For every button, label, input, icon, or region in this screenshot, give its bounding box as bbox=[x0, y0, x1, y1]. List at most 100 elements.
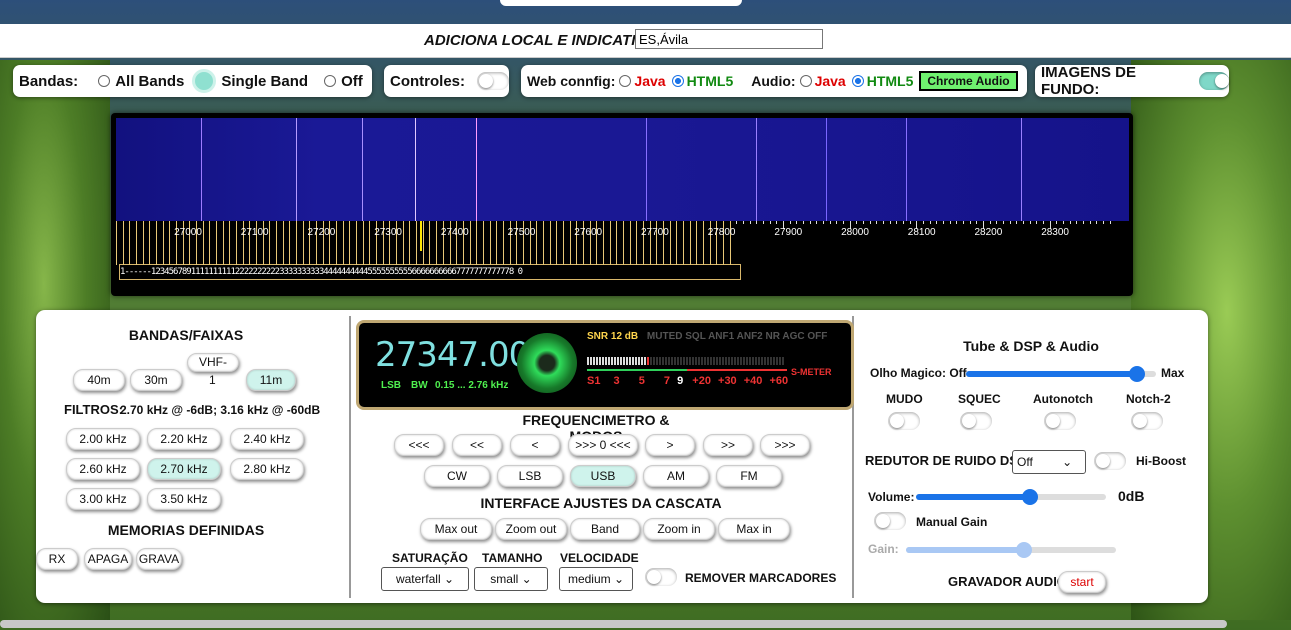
squelch-label: SQUEC bbox=[958, 392, 1001, 406]
saturation-label: SATURAÇÃO bbox=[392, 551, 468, 565]
web-audio-pill: Web connfig: Java HTML5 Audio: Java HTML… bbox=[521, 65, 1027, 97]
filter-220-button[interactable]: 2.20 kHz bbox=[147, 428, 221, 450]
chrome-audio-button[interactable]: Chrome Audio bbox=[919, 71, 1018, 91]
step-up-2-button[interactable]: >> bbox=[703, 434, 753, 456]
memory-apaga-button[interactable]: APAGA bbox=[84, 548, 132, 570]
filter-300-button[interactable]: 3.00 kHz bbox=[66, 488, 140, 510]
band-11m-button[interactable]: 11m bbox=[246, 369, 296, 391]
chevron-down-icon: ⌄ bbox=[1062, 455, 1073, 469]
signal-bar bbox=[602, 357, 604, 365]
filter-200-button[interactable]: 2.00 kHz bbox=[66, 428, 140, 450]
magic-eye-slider[interactable] bbox=[966, 366, 1156, 382]
saturation-select[interactable]: waterfall ⌄ bbox=[381, 567, 469, 591]
scale-tick bbox=[1103, 221, 1105, 224]
scale-tick bbox=[302, 221, 304, 265]
scale-tick bbox=[489, 221, 491, 265]
off-radio[interactable] bbox=[324, 75, 337, 87]
scale-tick bbox=[976, 221, 978, 224]
filter-260-button[interactable]: 2.60 kHz bbox=[66, 458, 140, 480]
all-bands-radio[interactable] bbox=[98, 75, 111, 87]
scale-tick bbox=[356, 221, 358, 265]
step-down-3-button[interactable]: <<< bbox=[394, 434, 444, 456]
mode-usb-button[interactable]: USB bbox=[570, 465, 636, 487]
web-html5-radio[interactable] bbox=[671, 75, 684, 87]
max-out-button[interactable]: Max out bbox=[420, 518, 492, 540]
tuning-marker[interactable] bbox=[420, 221, 422, 251]
band-button[interactable]: Band bbox=[570, 518, 640, 540]
autonotch-toggle[interactable] bbox=[1044, 412, 1076, 430]
scale-tick bbox=[989, 221, 991, 224]
signal-bar bbox=[695, 357, 697, 365]
filter-280-button[interactable]: 2.80 kHz bbox=[230, 458, 304, 480]
squelch-toggle[interactable] bbox=[960, 412, 992, 430]
step-up-1-button[interactable]: > bbox=[645, 434, 695, 456]
remove-markers-toggle[interactable] bbox=[645, 568, 677, 586]
signal-bar bbox=[731, 357, 733, 365]
scale-tick bbox=[929, 221, 931, 224]
manual-gain-toggle[interactable] bbox=[874, 512, 906, 530]
step-down-2-button[interactable]: << bbox=[452, 434, 502, 456]
memory-rx-button[interactable]: RX bbox=[36, 548, 78, 570]
step-up-3-button[interactable]: >>> bbox=[760, 434, 810, 456]
scale-tick bbox=[229, 221, 231, 265]
notch2-toggle[interactable] bbox=[1131, 412, 1163, 430]
horizontal-scrollbar[interactable] bbox=[0, 620, 1227, 628]
s-scale-40: +40 bbox=[743, 375, 763, 387]
filter-270-button[interactable]: 2.70 kHz bbox=[147, 458, 221, 480]
signal-bar bbox=[722, 357, 724, 365]
noise-reducer-value: Off bbox=[1017, 455, 1033, 469]
volume-slider[interactable] bbox=[916, 489, 1106, 505]
scale-tick bbox=[222, 221, 224, 265]
scale-label: 27800 bbox=[707, 227, 736, 238]
waterfall-display[interactable] bbox=[116, 118, 1129, 221]
scale-tick bbox=[762, 221, 764, 224]
scale-tick bbox=[282, 221, 284, 265]
web-java-radio[interactable] bbox=[619, 75, 632, 87]
band-30m-button[interactable]: 30m bbox=[130, 369, 182, 391]
controls-toggle[interactable] bbox=[477, 72, 509, 90]
zoom-in-button[interactable]: Zoom in bbox=[643, 518, 715, 540]
background-images-toggle[interactable] bbox=[1199, 72, 1229, 90]
scale-tick bbox=[409, 221, 411, 265]
filter-240-button[interactable]: 2.40 kHz bbox=[230, 428, 304, 450]
scale-label: 28100 bbox=[907, 227, 936, 238]
audio-java-label: Java bbox=[814, 73, 846, 89]
single-band-radio[interactable] bbox=[192, 69, 217, 93]
scale-tick bbox=[349, 221, 351, 265]
mode-fm-button[interactable]: FM bbox=[716, 465, 782, 487]
frequency-scale[interactable]: 1------123456789111111111122222222223333… bbox=[116, 221, 1129, 291]
noise-reducer-select[interactable]: Off ⌄ bbox=[1012, 450, 1086, 474]
mode-lsb-button[interactable]: LSB bbox=[497, 465, 563, 487]
waterfall-signal bbox=[756, 118, 757, 221]
scale-label: 27500 bbox=[507, 227, 536, 238]
memory-grava-button[interactable]: GRAVA bbox=[136, 548, 182, 570]
signal-bar bbox=[767, 357, 769, 365]
mode-am-button[interactable]: AM bbox=[643, 465, 709, 487]
channel-ruler[interactable]: 1------123456789111111111122222222223333… bbox=[119, 264, 741, 280]
audio-html5-radio[interactable] bbox=[851, 75, 864, 87]
zoom-out-button[interactable]: Zoom out bbox=[495, 518, 567, 540]
mute-toggle[interactable] bbox=[888, 412, 920, 430]
band-40m-button[interactable]: 40m bbox=[73, 369, 125, 391]
filter-350-button[interactable]: 3.50 kHz bbox=[147, 488, 221, 510]
frequency-readout[interactable]: 27347.00 bbox=[375, 335, 530, 375]
band-vhf-button[interactable]: VHF- bbox=[187, 353, 239, 372]
mode-cw-button[interactable]: CW bbox=[424, 465, 490, 487]
speed-select[interactable]: medium ⌄ bbox=[559, 567, 633, 591]
location-input[interactable] bbox=[635, 29, 823, 49]
volume-value: 0dB bbox=[1118, 488, 1145, 504]
size-select[interactable]: small ⌄ bbox=[474, 567, 548, 591]
record-start-button[interactable]: start bbox=[1058, 571, 1106, 593]
hi-boost-toggle[interactable] bbox=[1094, 452, 1126, 470]
top-tab bbox=[500, 0, 742, 6]
gain-slider[interactable] bbox=[906, 542, 1116, 558]
audio-java-radio[interactable] bbox=[799, 75, 812, 87]
step-down-1-button[interactable]: < bbox=[510, 434, 560, 456]
scale-tick bbox=[843, 221, 845, 224]
signal-bar bbox=[680, 357, 682, 365]
scale-tick bbox=[803, 221, 804, 224]
web-java-label: Java bbox=[634, 73, 666, 89]
signal-bar bbox=[608, 357, 610, 365]
step-zero-button[interactable]: >>> 0 <<< bbox=[568, 434, 638, 456]
max-in-button[interactable]: Max in bbox=[718, 518, 790, 540]
